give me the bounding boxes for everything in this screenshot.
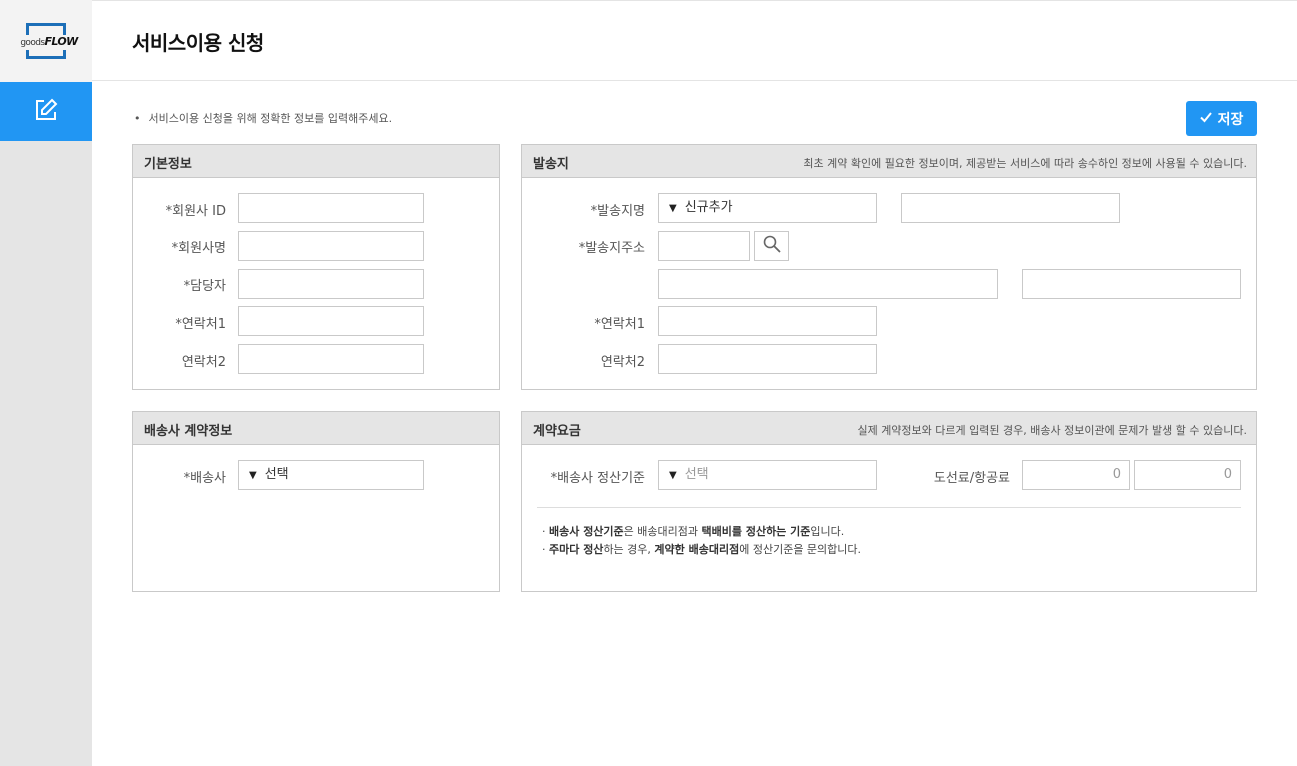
member-name-input[interactable] [238,231,424,261]
phone1-label: *연락처1 [175,317,226,332]
save-button[interactable]: 저장 [1186,101,1257,136]
origin-phone1-input[interactable] [658,306,877,336]
origin-phone2-label: 연락처2 [600,355,645,370]
origin-name-select[interactable]: ▼ 신규추가 [658,193,877,223]
check-icon [1199,111,1212,127]
origin-phone1-label: *연락처1 [594,317,645,332]
panel-header: 기본정보 [133,145,499,178]
divider [537,507,1241,508]
panel-header: 발송지 최초 계약 확인에 필요한 정보이며, 제공받는 서비스에 따라 송수하… [522,145,1256,178]
manager-label: *담당자 [183,279,226,294]
phone2-label: 연락처2 [181,355,226,370]
sidebar: goodsFLOW [0,0,97,766]
panel-header: 배송사 계약정보 [133,412,499,445]
member-name-label: *회원사명 [171,241,226,256]
settlement-basis-label: *배송사 정산기준 [550,471,645,486]
search-icon [763,235,781,257]
panel-note: 최초 계약 확인에 필요한 정보이며, 제공받는 서비스에 따라 송수하인 정보… [803,157,1247,170]
carrier-label: *배송사 [183,471,226,486]
edit-icon [34,98,58,126]
carrier-select[interactable]: ▼ 선택 [238,460,424,490]
page-title: 서비스이용 신청 [132,31,264,55]
panel-note: 실제 계약정보와 다르게 입력된 경우, 배송사 정보이관에 문제가 발생 할 … [857,424,1247,437]
address-search-button[interactable] [754,231,789,261]
member-id-input[interactable] [238,193,424,223]
panel-title: 배송사 계약정보 [144,424,233,439]
phone2-input[interactable] [238,344,424,374]
info-line-1: · 배송사 정산기준은 배송대리점과 택배비를 정산하는 기준입니다. [542,525,845,538]
air-fee-input[interactable]: 0 [1134,460,1241,490]
origin-address-label: *발송지주소 [578,241,645,256]
panel-header: 계약요금 실제 계약정보와 다르게 입력된 경우, 배송사 정보이관에 문제가 … [522,412,1256,445]
island-fee-input[interactable]: 0 [1022,460,1130,490]
panel-title: 계약요금 [533,424,581,439]
caret-down-icon: ▼ [249,470,257,481]
panel-title: 기본정보 [144,157,192,172]
settlement-basis-select[interactable]: ▼ 선택 [658,460,877,490]
save-button-label: 저장 [1217,111,1244,128]
origin-phone2-input[interactable] [658,344,877,374]
zipcode-input[interactable] [658,231,750,261]
basic-info-panel: 기본정보 *회원사 ID *회원사명 *담당자 *연락처1 연락처2 [132,144,500,390]
address-input[interactable] [658,269,998,299]
info-line-2: · 주마다 정산하는 경우, 계약한 배송대리점에 정산기준을 문의합니다. [542,543,862,556]
logo[interactable]: goodsFLOW [0,0,97,82]
logo-text: goodsFLOW [1,35,97,50]
carrier-contract-panel: 배송사 계약정보 *배송사 ▼ 선택 [132,411,500,592]
page-header: 서비스이용 신청 [92,0,1297,81]
shipping-origin-panel: 발송지 최초 계약 확인에 필요한 정보이며, 제공받는 서비스에 따라 송수하… [521,144,1257,390]
notice-text: 서비스이용 신청을 위해 정확한 정보를 입력해주세요. [134,110,393,126]
caret-down-icon: ▼ [669,203,677,214]
member-id-label: *회원사 ID [165,204,226,219]
island-fee-label: 도선료/항공료 [933,471,1010,486]
address-detail-input[interactable] [1022,269,1241,299]
logo-mark: goodsFLOW [1,23,97,59]
panel-title: 발송지 [533,157,569,172]
phone1-input[interactable] [238,306,424,336]
manager-input[interactable] [238,269,424,299]
sidebar-item-service-apply[interactable] [0,82,92,141]
caret-down-icon: ▼ [669,470,677,481]
origin-name-input[interactable] [901,193,1120,223]
contract-fee-panel: 계약요금 실제 계약정보와 다르게 입력된 경우, 배송사 정보이관에 문제가 … [521,411,1257,592]
origin-name-label: *발송지명 [590,204,645,219]
